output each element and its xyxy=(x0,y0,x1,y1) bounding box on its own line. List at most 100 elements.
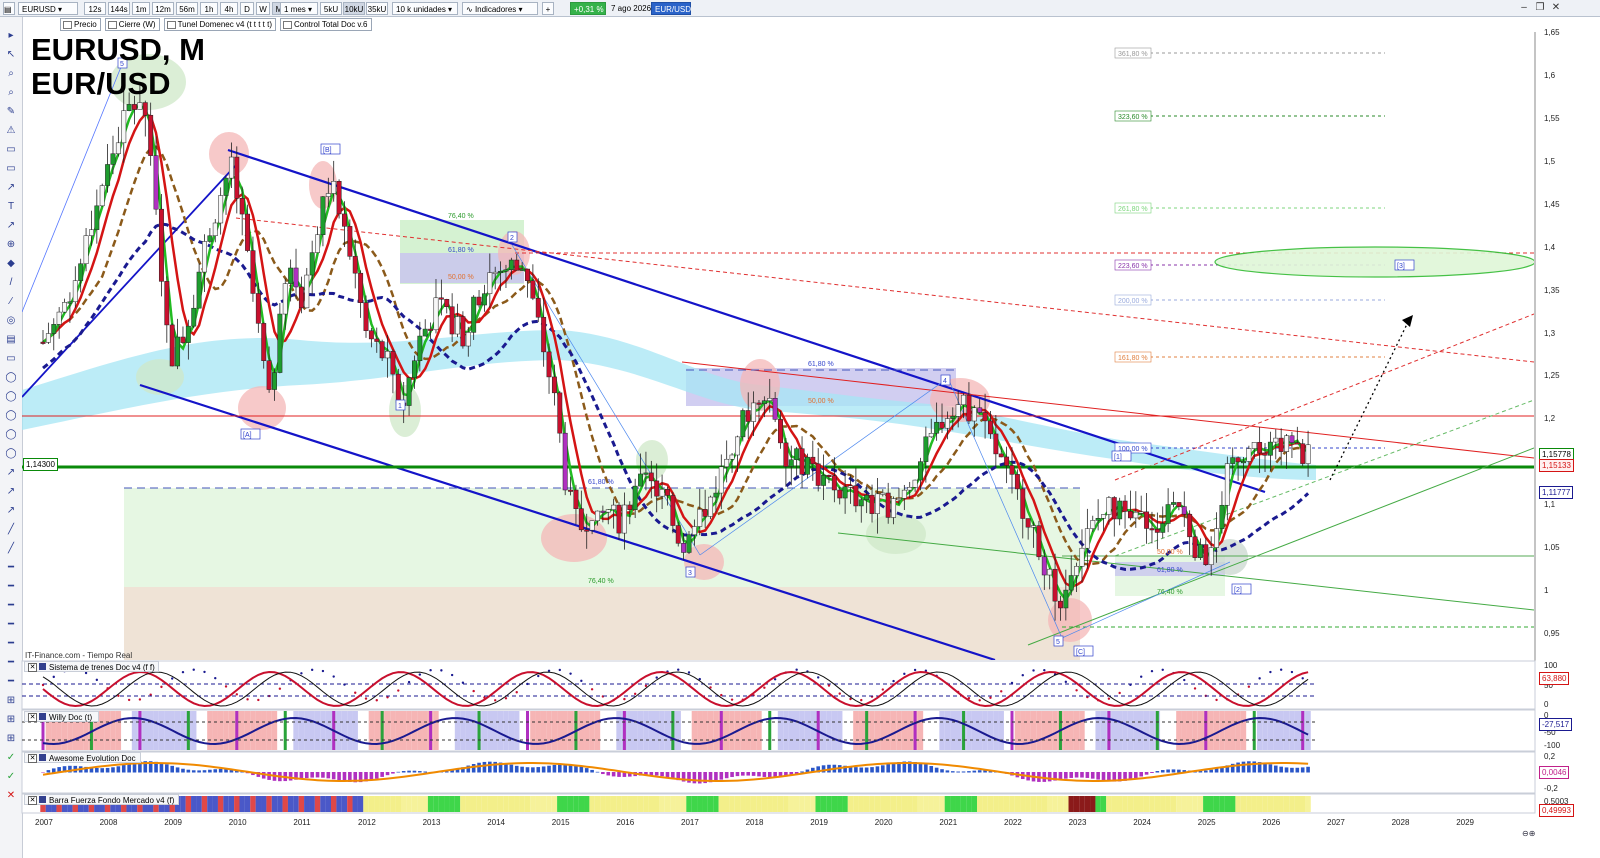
barra-block xyxy=(837,796,843,812)
trenes-dot xyxy=(224,685,228,688)
candle-body xyxy=(1187,513,1193,538)
barra-block xyxy=(540,796,547,812)
barra-block xyxy=(331,796,337,812)
barra-block xyxy=(1283,796,1290,812)
willy-band xyxy=(1116,711,1123,750)
candle-body xyxy=(810,456,816,465)
barra-block xyxy=(379,796,385,812)
awesome-bar xyxy=(396,771,401,773)
willy-band xyxy=(99,711,105,750)
candle-body xyxy=(1246,448,1252,462)
willy-band xyxy=(1289,711,1295,750)
year-2009: 2009 xyxy=(164,818,182,827)
price-tick-8: 1,25 xyxy=(1544,371,1560,381)
willy-signal xyxy=(1204,711,1208,750)
barra-block xyxy=(740,796,746,812)
willy-signal xyxy=(235,711,239,750)
trenes-dot xyxy=(321,669,325,673)
chart-label: 76,40 % xyxy=(448,213,474,220)
panel-title-barra[interactable]: ✕ Barra Fuerza Fondo Mercado v4 (f) xyxy=(24,794,179,805)
awesome-bar xyxy=(665,772,670,778)
candle-body xyxy=(901,489,907,499)
barra-block xyxy=(470,796,477,812)
candle-body xyxy=(449,306,455,335)
willy-band xyxy=(955,711,961,750)
barra-block xyxy=(336,796,342,812)
candle-body xyxy=(315,234,321,253)
trenes-dot xyxy=(515,691,518,694)
barra-block xyxy=(255,796,262,812)
willy-band xyxy=(1073,711,1080,750)
chart-label: 50,00 % xyxy=(1157,549,1183,556)
awesome-bar xyxy=(950,771,955,773)
trenes-dot xyxy=(192,668,195,671)
fib-level-label: 261,80 % xyxy=(1118,206,1148,213)
candle-body xyxy=(751,402,757,422)
candle-body xyxy=(1262,452,1268,456)
awesome-bar xyxy=(687,772,691,783)
candle-body xyxy=(336,181,342,215)
close-panel-icon[interactable]: ✕ xyxy=(28,663,37,672)
awesome-bar xyxy=(1064,772,1068,779)
willy-band xyxy=(632,711,638,750)
candle-body xyxy=(342,213,347,227)
willy-band xyxy=(400,711,407,750)
close-panel-icon[interactable]: ✕ xyxy=(28,754,37,763)
chart-canvas[interactable]: 361,80 %323,60 %261,80 %223,60 %200,00 %… xyxy=(0,0,1600,858)
close-panel-icon[interactable]: ✕ xyxy=(28,796,37,805)
barra-block xyxy=(357,796,364,812)
panel-title-awesome[interactable]: ✕ Awesome Evolution Doc xyxy=(24,752,141,763)
barra-block xyxy=(1057,796,1064,812)
price-tick-1: 1,6 xyxy=(1544,70,1556,80)
willy-band xyxy=(1063,711,1069,750)
awesome-bar xyxy=(1171,769,1176,773)
awesome-bar xyxy=(208,769,212,773)
willy-band xyxy=(406,711,412,750)
barra-block xyxy=(831,796,838,812)
candle-body xyxy=(643,472,649,475)
barra-block xyxy=(885,796,891,812)
willy-band xyxy=(1143,711,1150,750)
candle-body xyxy=(164,281,170,326)
barra-block xyxy=(1208,796,1214,812)
awesome-bar xyxy=(1177,769,1181,773)
awesome-bar xyxy=(111,767,115,773)
trenes-dot xyxy=(310,668,314,672)
candle-body xyxy=(158,208,164,282)
candle-body xyxy=(1208,547,1214,565)
trenes-dot xyxy=(1269,670,1272,674)
awesome-bar xyxy=(1295,767,1300,773)
willy-band xyxy=(664,711,671,750)
panel-title-trenes[interactable]: ✕ Sistema de trenes Doc v4 (f f) xyxy=(24,661,159,672)
trenes-dot xyxy=(429,669,432,672)
awesome-bar xyxy=(1150,772,1154,773)
willy-band xyxy=(341,711,348,750)
trenes-dot xyxy=(181,670,185,674)
zoom-icons[interactable]: ⊖⊕ xyxy=(1522,829,1542,839)
awesome-bar xyxy=(127,763,131,773)
candle-body xyxy=(433,297,439,331)
awesome-bar xyxy=(1300,767,1305,773)
barra-block xyxy=(244,796,251,812)
barra-block xyxy=(465,796,471,812)
candle-body xyxy=(72,280,78,303)
close-panel-icon[interactable]: ✕ xyxy=(28,713,37,722)
awesome-bar xyxy=(875,766,880,773)
awesome-bar xyxy=(1047,772,1052,782)
candle-body xyxy=(831,475,837,491)
willy-band xyxy=(826,711,832,750)
awesome-bar xyxy=(165,764,169,773)
price-tick-2: 1,55 xyxy=(1544,113,1560,123)
candle-body xyxy=(1031,525,1036,528)
barra-block xyxy=(815,796,821,812)
panel-title-willy[interactable]: ✕ Willy Doc (t) xyxy=(24,711,99,722)
trenes-dot xyxy=(440,669,443,672)
candle-body xyxy=(702,509,708,517)
willy-band xyxy=(1052,711,1058,750)
willy-band xyxy=(648,711,655,750)
candle-body xyxy=(912,479,918,488)
awesome-bar xyxy=(1134,772,1138,779)
barra-block xyxy=(912,796,918,812)
candle-body xyxy=(1160,523,1166,533)
awesome-bar xyxy=(762,772,767,777)
